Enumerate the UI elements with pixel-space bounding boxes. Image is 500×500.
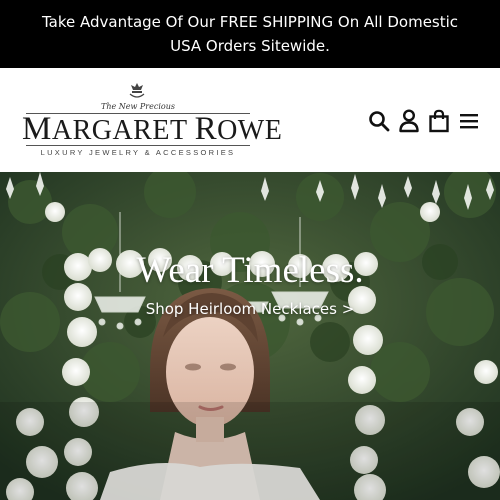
brand-rest-first: ARGARET: [51, 115, 188, 146]
logo-rule-bottom: [26, 145, 250, 146]
search-icon: [369, 111, 390, 132]
hero-banner[interactable]: [0, 172, 500, 500]
cart-button[interactable]: [426, 108, 452, 134]
logo-subline: LUXURY JEWELRY & ACCESSORIES: [40, 148, 236, 157]
brand-initial-m: M: [22, 111, 52, 147]
account-icon: [399, 109, 419, 133]
announcement-bar: Take Advantage Of Our FREE SHIPPING On A…: [0, 0, 500, 68]
crest-icon: [129, 83, 145, 98]
announcement-text: Take Advantage Of Our FREE SHIPPING On A…: [41, 13, 459, 55]
logo-tagline: The New Precious: [101, 102, 175, 111]
hero-image: [0, 172, 500, 500]
brand-rest-last: OWE: [217, 115, 283, 146]
account-button[interactable]: [396, 108, 422, 134]
site-header: The New Precious MARGARET ROWE LUXURY JE…: [0, 68, 500, 172]
brand-initial-r: R: [194, 111, 218, 147]
header-icons: [366, 108, 486, 134]
hero-title: Wear Timeless.: [136, 250, 364, 291]
logo-wordmark: MARGARET ROWE: [22, 111, 282, 147]
shop-heirloom-necklaces-link[interactable]: Shop Heirloom Necklaces >: [0, 298, 500, 320]
menu-icon: [460, 114, 478, 129]
search-button[interactable]: [366, 108, 392, 134]
menu-button[interactable]: [456, 108, 482, 134]
cart-icon: [429, 109, 449, 133]
logo[interactable]: The New Precious MARGARET ROWE LUXURY JE…: [22, 82, 282, 162]
